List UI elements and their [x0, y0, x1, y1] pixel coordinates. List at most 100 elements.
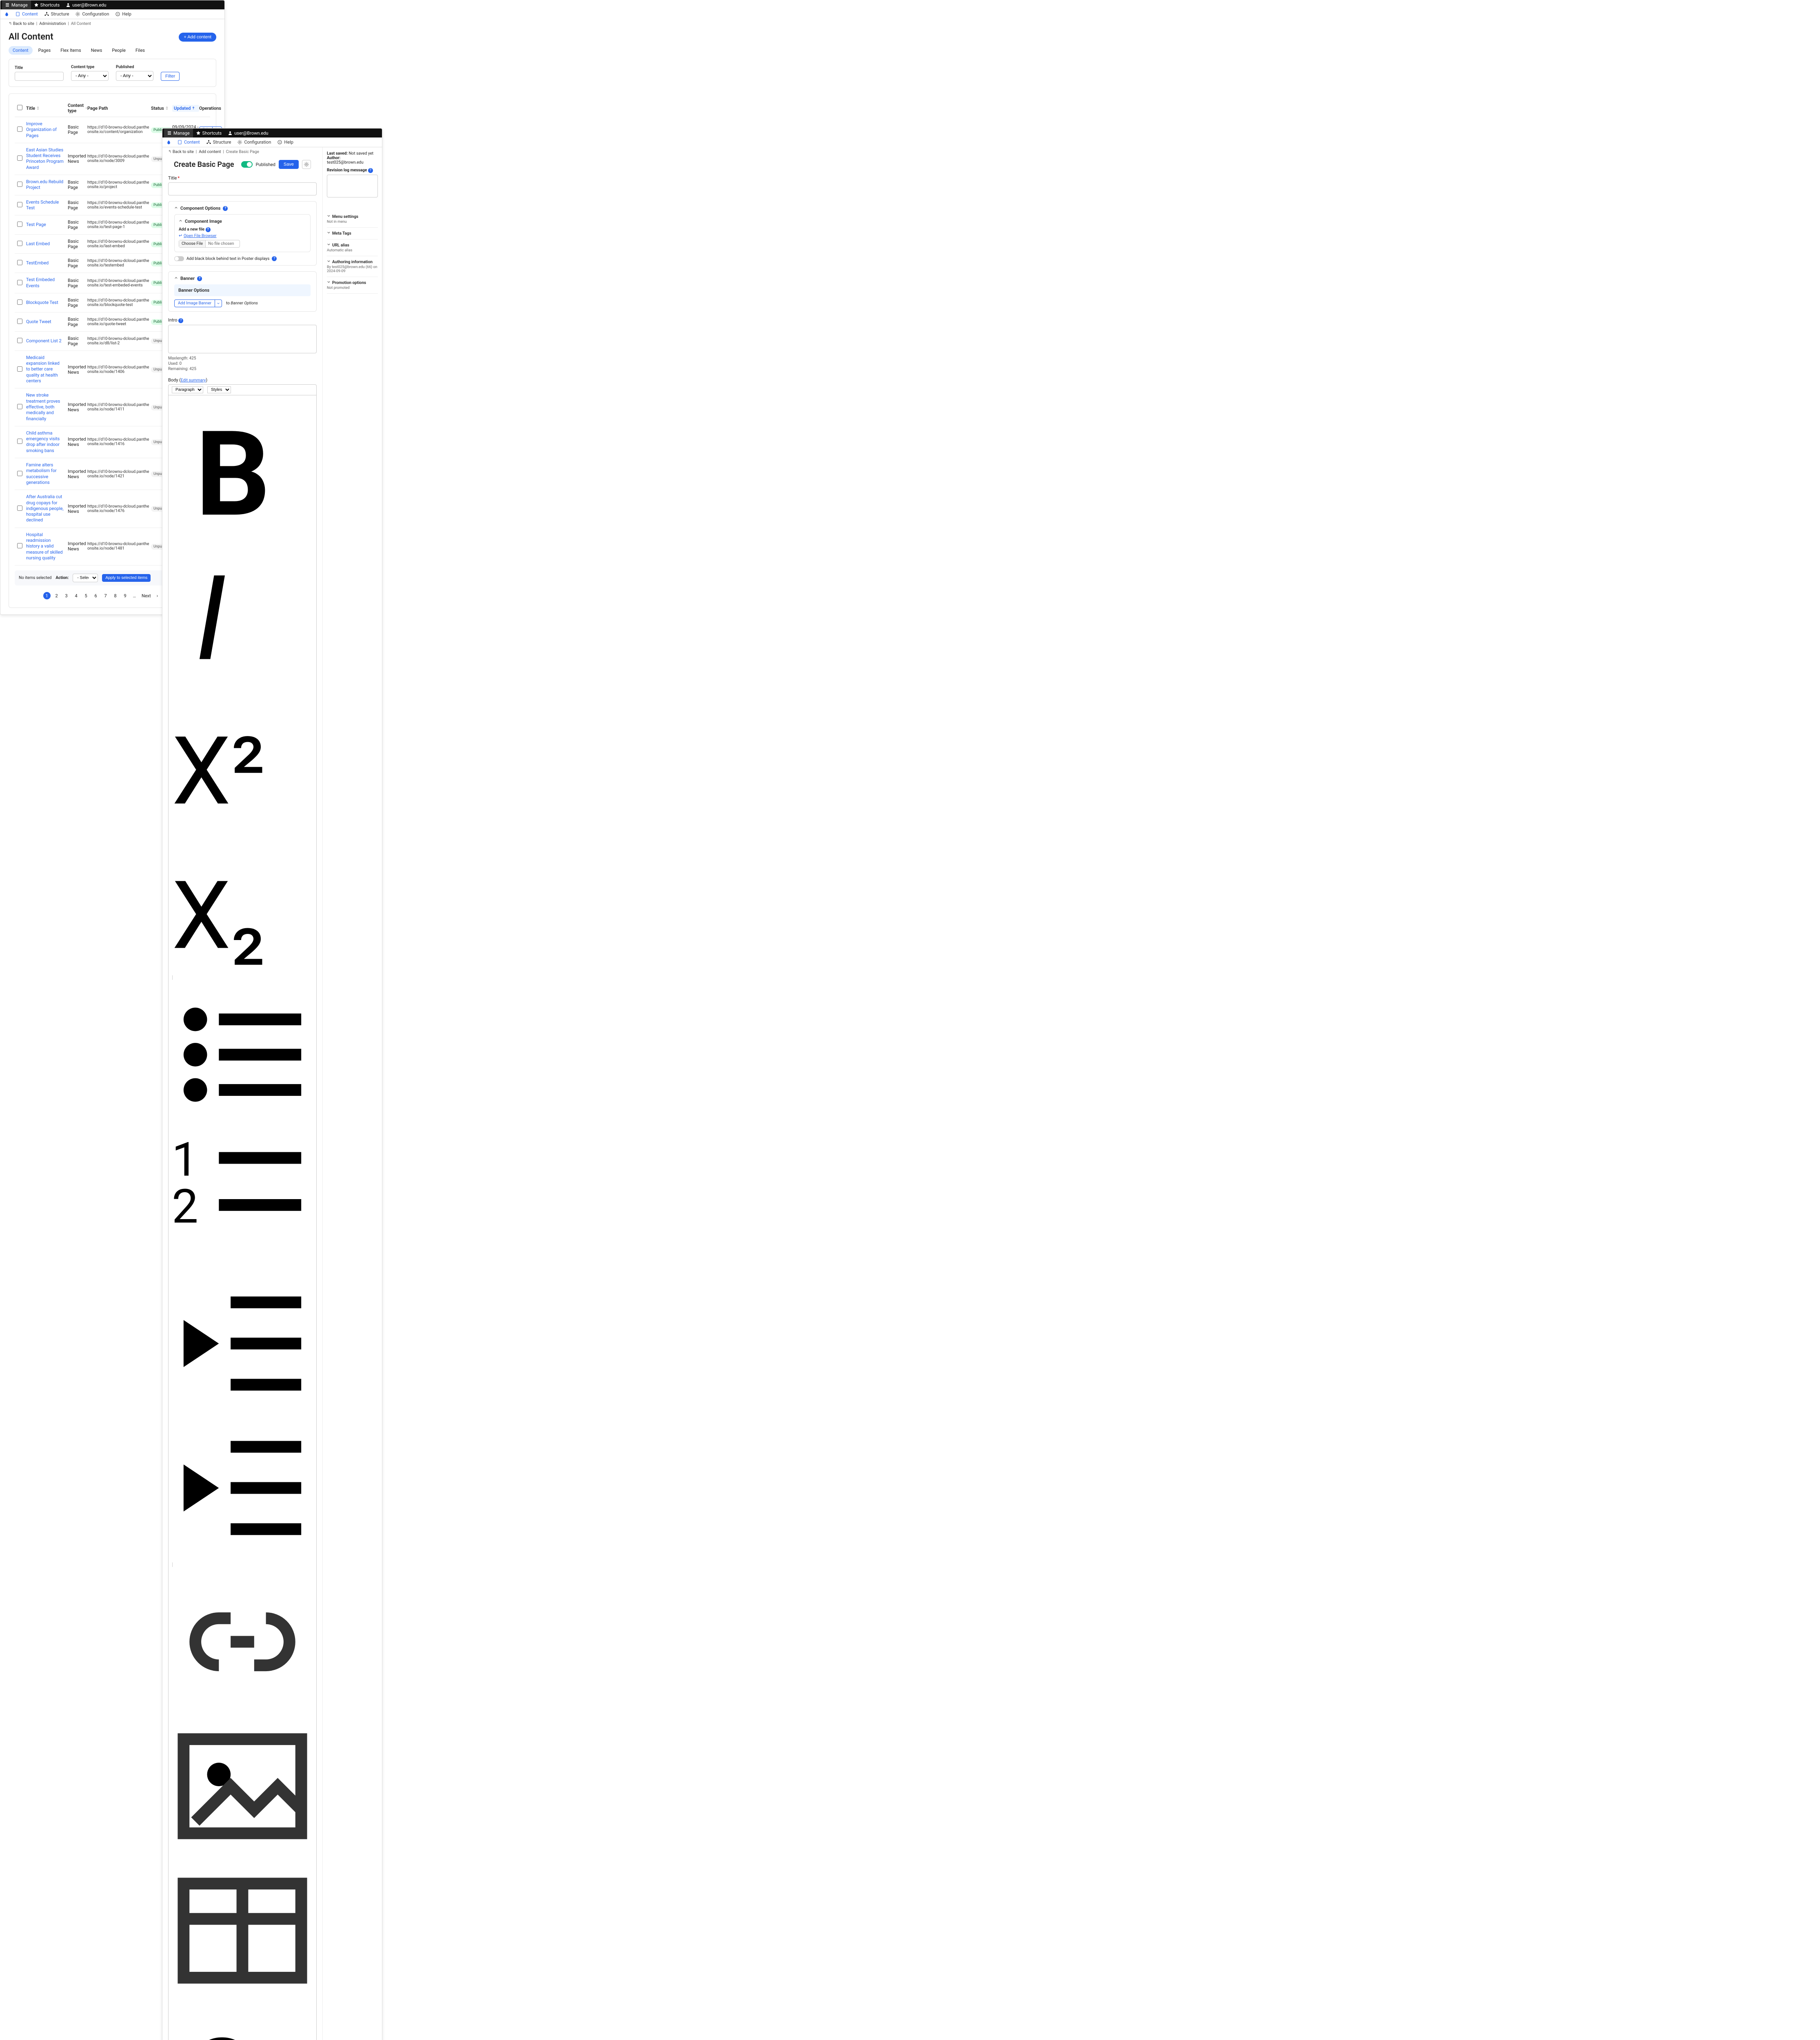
col-content-type[interactable]: Content type: [68, 103, 87, 113]
nav-help[interactable]: ?Help: [277, 140, 293, 145]
image-icon[interactable]: [172, 1716, 313, 1857]
row-checkbox[interactable]: [17, 155, 22, 161]
row-checkbox[interactable]: [17, 404, 22, 409]
nav-content[interactable]: Content: [178, 140, 200, 145]
number-list-icon[interactable]: 12: [172, 1129, 313, 1270]
superscript-icon[interactable]: X²: [172, 686, 313, 827]
promotion-options-toggle[interactable]: Promotion options: [327, 280, 378, 285]
open-file-browser-link[interactable]: Open File Browser: [184, 234, 217, 238]
filter-title-input[interactable]: [15, 72, 64, 81]
page-7[interactable]: 7: [102, 592, 109, 599]
help-icon[interactable]: ?: [272, 256, 277, 261]
row-title-link[interactable]: Brown.edu Rebuild Project: [26, 179, 68, 191]
row-checkbox[interactable]: [17, 202, 22, 207]
filter-ct-select[interactable]: - Any -: [71, 71, 109, 81]
chevron-down-icon[interactable]: [215, 300, 222, 307]
crumb-back[interactable]: Back to site: [13, 22, 34, 26]
help-icon[interactable]: ?: [223, 206, 228, 211]
row-title-link[interactable]: Child asthma emergency visits drop after…: [26, 430, 68, 454]
row-title-link[interactable]: Test Page: [26, 222, 68, 228]
bulk-apply-button[interactable]: Apply to selected items: [102, 574, 151, 582]
row-checkbox[interactable]: [17, 126, 22, 132]
row-checkbox[interactable]: [17, 260, 22, 265]
table-icon[interactable]: [172, 1860, 313, 2001]
black-block-toggle[interactable]: [174, 256, 184, 261]
tab-files[interactable]: Files: [131, 46, 149, 55]
menu-settings-toggle[interactable]: Menu settings: [327, 214, 378, 219]
row-title-link[interactable]: Events Schedule Test: [26, 200, 68, 211]
row-checkbox[interactable]: [17, 182, 22, 187]
special-char-icon[interactable]: Ω: [172, 2005, 313, 2040]
row-title-link[interactable]: TestEmbed: [26, 260, 68, 266]
row-checkbox[interactable]: [17, 319, 22, 324]
bold-icon[interactable]: B: [172, 397, 313, 538]
paragraph-select[interactable]: Paragraph: [172, 386, 203, 393]
row-title-link[interactable]: Improve Organization of Pages: [26, 121, 68, 139]
toolbar-manage[interactable]: Manage: [164, 129, 193, 137]
row-title-link[interactable]: Test Embeded Events: [26, 277, 68, 289]
row-checkbox[interactable]: [17, 299, 22, 305]
indent-icon[interactable]: [172, 1417, 313, 1559]
row-title-link[interactable]: Component List 2: [26, 338, 68, 344]
tab-people[interactable]: People: [108, 46, 130, 55]
meta-tags-toggle[interactable]: Meta Tags: [327, 231, 378, 236]
help-icon[interactable]: ?: [178, 318, 183, 323]
page-1[interactable]: 1: [43, 592, 51, 599]
add-content-button[interactable]: + Add content: [179, 33, 216, 42]
row-checkbox[interactable]: [17, 280, 22, 285]
row-title-link[interactable]: After Australia cut drug copays for indi…: [26, 494, 68, 523]
row-checkbox[interactable]: [17, 222, 22, 227]
tab-news[interactable]: News: [87, 46, 107, 55]
page-6[interactable]: 6: [92, 592, 100, 599]
italic-icon[interactable]: I: [172, 541, 313, 683]
url-alias-toggle[interactable]: URL alias: [327, 243, 378, 248]
bulk-action-select[interactable]: - Select -: [73, 574, 98, 582]
select-all-checkbox[interactable]: [17, 105, 22, 110]
component-options-toggle[interactable]: Component Options ?: [174, 206, 311, 211]
row-checkbox[interactable]: [17, 338, 22, 343]
toolbar-manage[interactable]: Manage: [2, 0, 31, 9]
nav-configuration[interactable]: Configuration: [237, 140, 271, 145]
tab-pages[interactable]: Pages: [34, 46, 55, 55]
row-title-link[interactable]: Medicaid expansion linked to better care…: [26, 355, 68, 384]
component-image-toggle[interactable]: Component Image: [179, 219, 306, 224]
styles-select[interactable]: Styles: [207, 386, 231, 393]
toolbar-user[interactable]: user@Brown.edu: [63, 0, 109, 9]
col-title[interactable]: Title: [26, 106, 68, 111]
toolbar-shortcuts[interactable]: Shortcuts: [193, 129, 225, 137]
row-checkbox[interactable]: [17, 366, 22, 372]
save-button[interactable]: Save: [279, 160, 299, 169]
help-icon[interactable]: ?: [368, 168, 373, 173]
nav-structure[interactable]: Structure: [44, 11, 69, 17]
file-input[interactable]: Choose File No file chosen: [179, 240, 240, 248]
crumb-admin[interactable]: Administration: [39, 22, 66, 26]
subscript-icon[interactable]: X₂: [172, 830, 313, 971]
col-status[interactable]: Status: [151, 106, 172, 111]
help-icon[interactable]: ?: [206, 227, 211, 232]
settings-gear-button[interactable]: [302, 160, 311, 169]
row-title-link[interactable]: Quote Tweet: [26, 319, 68, 325]
row-title-link[interactable]: New stroke treatment proves effective, b…: [26, 392, 68, 421]
row-checkbox[interactable]: [17, 241, 22, 246]
nav-content[interactable]: Content: [16, 11, 38, 17]
toolbar-user[interactable]: user@Brown.edu: [225, 129, 271, 137]
col-updated[interactable]: Updated: [172, 105, 199, 112]
revision-log-textarea[interactable]: [327, 175, 378, 197]
tab-content[interactable]: Content: [9, 46, 33, 55]
row-title-link[interactable]: Hospital readmission history a valid mea…: [26, 532, 68, 561]
intro-textarea[interactable]: [168, 325, 317, 353]
row-title-link[interactable]: Last Embed: [26, 241, 68, 247]
row-checkbox[interactable]: [17, 439, 22, 444]
published-toggle[interactable]: [241, 161, 253, 168]
crumb-back[interactable]: Back to site: [173, 150, 194, 154]
filter-button[interactable]: Filter: [161, 72, 180, 81]
nav-structure[interactable]: Structure: [206, 140, 231, 145]
toolbar-shortcuts[interactable]: Shortcuts: [31, 0, 63, 9]
row-title-link[interactable]: Blockquote Test: [26, 300, 68, 306]
row-checkbox[interactable]: [17, 506, 22, 511]
nav-configuration[interactable]: Configuration: [75, 11, 109, 17]
row-checkbox[interactable]: [17, 543, 22, 548]
row-checkbox[interactable]: [17, 471, 22, 476]
choose-file-button[interactable]: Choose File: [179, 240, 206, 247]
page-3[interactable]: 3: [63, 592, 70, 599]
